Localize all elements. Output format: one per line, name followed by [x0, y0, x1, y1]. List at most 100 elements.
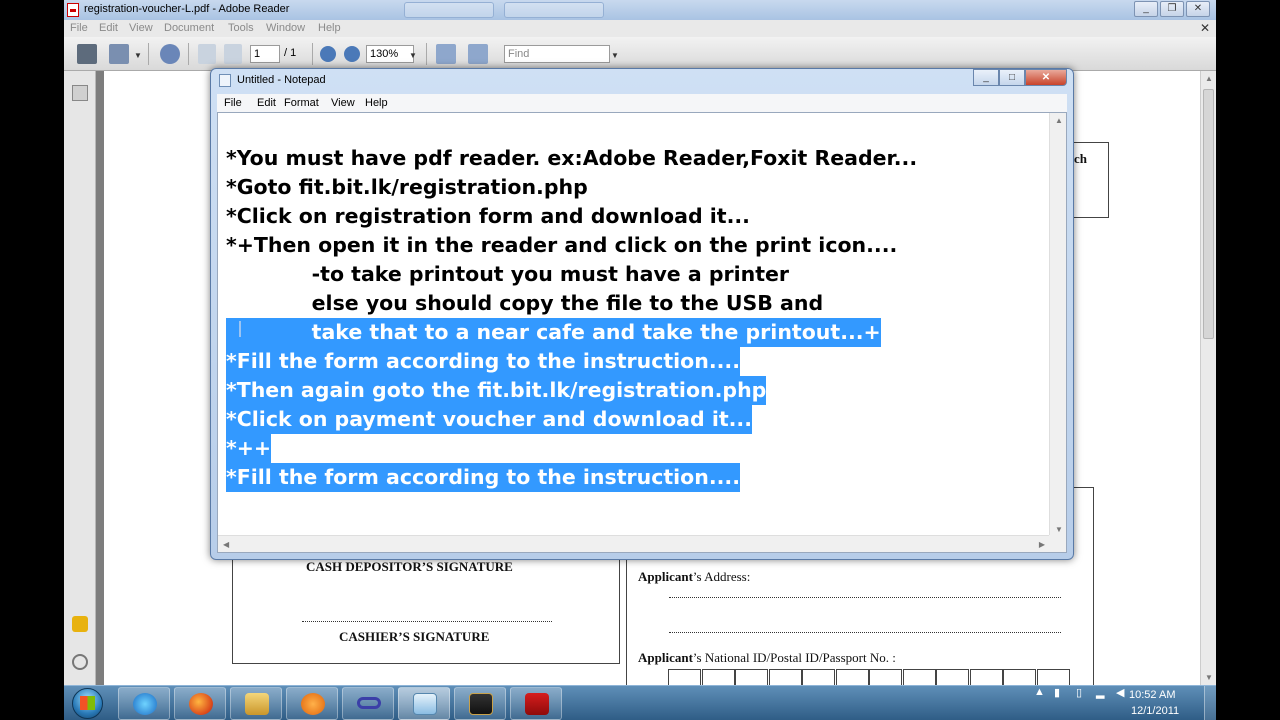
taskbar-app-firefox[interactable]: [174, 687, 226, 720]
menu-document[interactable]: Document: [164, 22, 214, 34]
notepad-menu-view[interactable]: View: [331, 97, 355, 109]
id-grid-cell: [835, 669, 869, 685]
text-cursor: [239, 321, 241, 337]
toolbar-separator: [188, 43, 189, 65]
print-icon[interactable]: [77, 44, 97, 64]
id-grid-cell: [869, 669, 902, 685]
taskbar-app-hitec[interactable]: [454, 687, 506, 720]
hitec-app-icon: [469, 693, 493, 715]
menu-help[interactable]: Help: [318, 22, 341, 34]
zoom-in-icon[interactable]: [344, 46, 360, 62]
titlebar-reflection: [404, 2, 494, 18]
scrollbar-thumb[interactable]: [1203, 89, 1214, 339]
scroll-up-arrow[interactable]: ▲: [1205, 74, 1213, 83]
notepad-text-line: *Click on registration form and download…: [226, 204, 750, 228]
scroll-up-arrow[interactable]: ▲: [1055, 116, 1063, 125]
reader-titlebar[interactable]: registration-voucher-L.pdf - Adobe Reade…: [64, 0, 1216, 20]
cashier-signature-label: CASHIER’S SIGNATURE: [339, 629, 490, 644]
titlebar-reflection: [504, 2, 604, 18]
notepad-text-line: *+Then open it in the reader and click o…: [226, 233, 898, 257]
previous-page-icon[interactable]: [198, 44, 216, 64]
navigation-pane: [64, 71, 96, 685]
next-page-icon[interactable]: [224, 44, 242, 64]
taskbar-app-infinity[interactable]: [342, 687, 394, 720]
find-input[interactable]: Find: [504, 45, 610, 63]
pages-icon[interactable]: [72, 85, 88, 101]
clock-date[interactable]: 12/1/2011: [1131, 705, 1179, 717]
zoom-level-field[interactable]: 130%: [366, 45, 414, 63]
left-black-bar: [0, 0, 64, 720]
restore-button[interactable]: ❐: [1160, 1, 1184, 17]
applicant-id-label: Applicant’s National ID/Postal ID/Passpo…: [638, 650, 896, 665]
notepad-menu-edit[interactable]: Edit: [257, 97, 276, 109]
zoom-out-icon[interactable]: [320, 46, 336, 62]
id-grid-cell: [735, 669, 768, 685]
pdf-partial-text: ch: [1074, 151, 1087, 166]
media-player-icon: [301, 693, 325, 715]
start-button[interactable]: [68, 687, 108, 720]
notepad-text-line: *++: [226, 434, 272, 463]
notepad-menu-format[interactable]: Format: [284, 97, 319, 109]
taskbar-app-media-player[interactable]: [286, 687, 338, 720]
notepad-maximize-button[interactable]: □: [999, 69, 1025, 86]
notepad-window-controls: _ □ ✕: [973, 69, 1067, 86]
notepad-text-area[interactable]: *You must have pdf reader. ex:Adobe Read…: [217, 112, 1067, 553]
notepad-icon: [413, 693, 437, 715]
notepad-text-line: *Click on payment voucher and download i…: [226, 405, 753, 434]
menu-view[interactable]: View: [129, 22, 153, 34]
notepad-text-line: *Fill the form according to the instruct…: [226, 463, 741, 492]
chevron-down-icon[interactable]: ▼: [134, 51, 142, 60]
reader-window-title: registration-voucher-L.pdf - Adobe Reade…: [84, 3, 290, 15]
notepad-minimize-button[interactable]: _: [973, 69, 999, 86]
notepad-icon: [219, 74, 231, 87]
attachments-icon[interactable]: [72, 654, 88, 670]
notepad-menu-help[interactable]: Help: [365, 97, 388, 109]
notepad-close-button[interactable]: ✕: [1025, 69, 1067, 86]
scroll-down-arrow[interactable]: ▼: [1055, 525, 1063, 534]
reader-vertical-scrollbar[interactable]: ▲ ▼: [1200, 71, 1216, 685]
notepad-text-line: *Goto fit.bit.lk/registration.php: [226, 175, 588, 199]
fit-page-icon[interactable]: [436, 44, 456, 64]
full-screen-icon[interactable]: [468, 44, 488, 64]
clock-time[interactable]: 10:52 AM: [1129, 689, 1175, 701]
chevron-down-icon[interactable]: ▼: [611, 51, 619, 60]
id-grid-cell: [1036, 669, 1070, 685]
show-desktop-button[interactable]: [1204, 686, 1216, 720]
notepad-titlebar[interactable]: Untitled - Notepad _ □ ✕: [211, 69, 1073, 91]
notepad-text-line: *Fill the form according to the instruct…: [226, 347, 741, 376]
notepad-menu-file[interactable]: File: [224, 97, 242, 109]
taskbar-app-windows-explorer[interactable]: [230, 687, 282, 720]
taskbar-app-notepad[interactable]: [398, 687, 450, 720]
minimize-button[interactable]: _: [1134, 1, 1158, 17]
scroll-left-arrow[interactable]: ◀: [223, 540, 229, 549]
taskbar-app-internet-explorer[interactable]: [118, 687, 170, 720]
close-button[interactable]: ✕: [1186, 1, 1210, 17]
scroll-down-arrow[interactable]: ▼: [1205, 673, 1213, 682]
taskbar-app-adobe-reader[interactable]: [510, 687, 562, 720]
chevron-down-icon[interactable]: ▼: [409, 51, 417, 60]
cash-depositor-signature-label: CASH DEPOSITOR’S SIGNATURE: [306, 559, 513, 574]
id-grid-cell: [969, 669, 1003, 685]
menu-edit[interactable]: Edit: [99, 22, 118, 34]
id-grid-cell: [1003, 669, 1036, 685]
notepad-text-line: else you should copy the file to the USB…: [226, 291, 824, 315]
comments-icon[interactable]: [72, 616, 88, 632]
firefox-icon: [189, 693, 213, 715]
share-icon[interactable]: [109, 44, 129, 64]
close-document-icon[interactable]: ✕: [1200, 21, 1210, 35]
page-number-input[interactable]: 1: [250, 45, 280, 63]
notepad-text-line: *Then again goto the fit.bit.lk/registra…: [226, 376, 767, 405]
internet-explorer-icon: [133, 693, 157, 715]
collaborate-icon[interactable]: [160, 44, 180, 64]
notepad-vertical-scrollbar[interactable]: ▲ ▼: [1049, 113, 1066, 537]
notepad-horizontal-scrollbar[interactable]: ◀ ▶: [218, 535, 1050, 552]
scroll-right-arrow[interactable]: ▶: [1039, 540, 1045, 549]
menu-window[interactable]: Window: [266, 22, 305, 34]
pdf-file-icon: [67, 3, 79, 17]
menu-tools[interactable]: Tools: [228, 22, 254, 34]
address-line: [669, 632, 1061, 633]
signature-line: [302, 621, 552, 622]
menu-file[interactable]: File: [70, 22, 88, 34]
reader-menubar: File Edit View Document Tools Window Hel…: [64, 20, 1216, 37]
notepad-menubar: File Edit Format View Help: [217, 94, 1067, 112]
